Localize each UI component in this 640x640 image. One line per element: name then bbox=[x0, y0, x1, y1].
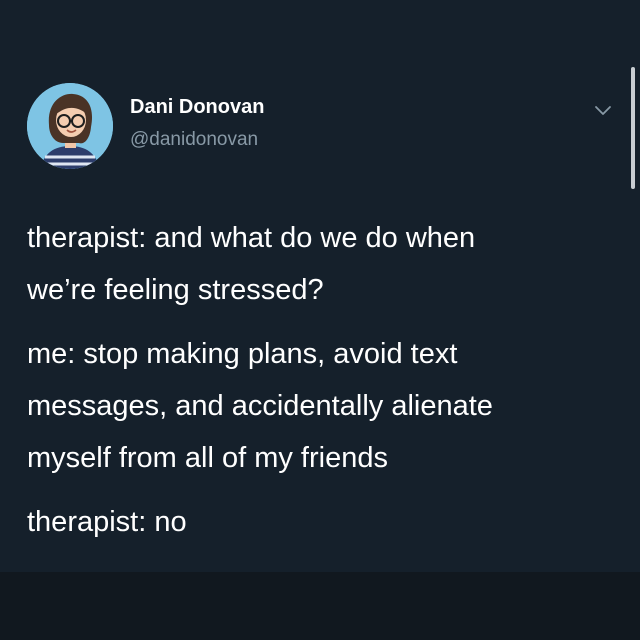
bottom-band bbox=[0, 572, 640, 640]
tweet-line: we’re feeling stressed? bbox=[27, 274, 324, 306]
author-handle[interactable]: @danidonovan bbox=[130, 129, 258, 151]
tweet-line: therapist: no bbox=[27, 506, 187, 538]
tweet-paragraph: me: stop making plans, avoid text messag… bbox=[27, 328, 617, 484]
avatar[interactable] bbox=[27, 83, 113, 169]
tweet-line: myself from all of my friends bbox=[27, 442, 388, 474]
tweet-line: therapist: and what do we do when bbox=[27, 222, 476, 254]
tweet-paragraph: therapist: and what do we do when we’re … bbox=[27, 212, 617, 316]
tweet-card: Dani Donovan @danidonovan therapist: and… bbox=[0, 0, 640, 572]
tweet-paragraph: therapist: no bbox=[27, 496, 617, 548]
avatar-illustration-icon bbox=[27, 83, 113, 169]
scrollbar[interactable] bbox=[631, 67, 635, 189]
chevron-down-icon[interactable] bbox=[594, 104, 612, 116]
author-name[interactable]: Dani Donovan bbox=[130, 96, 264, 119]
tweet-line: messages, and accidentally alienate bbox=[27, 390, 493, 422]
tweet-line: me: stop making plans, avoid text bbox=[27, 338, 458, 370]
tweet-text: therapist: and what do we do when we’re … bbox=[27, 212, 617, 560]
